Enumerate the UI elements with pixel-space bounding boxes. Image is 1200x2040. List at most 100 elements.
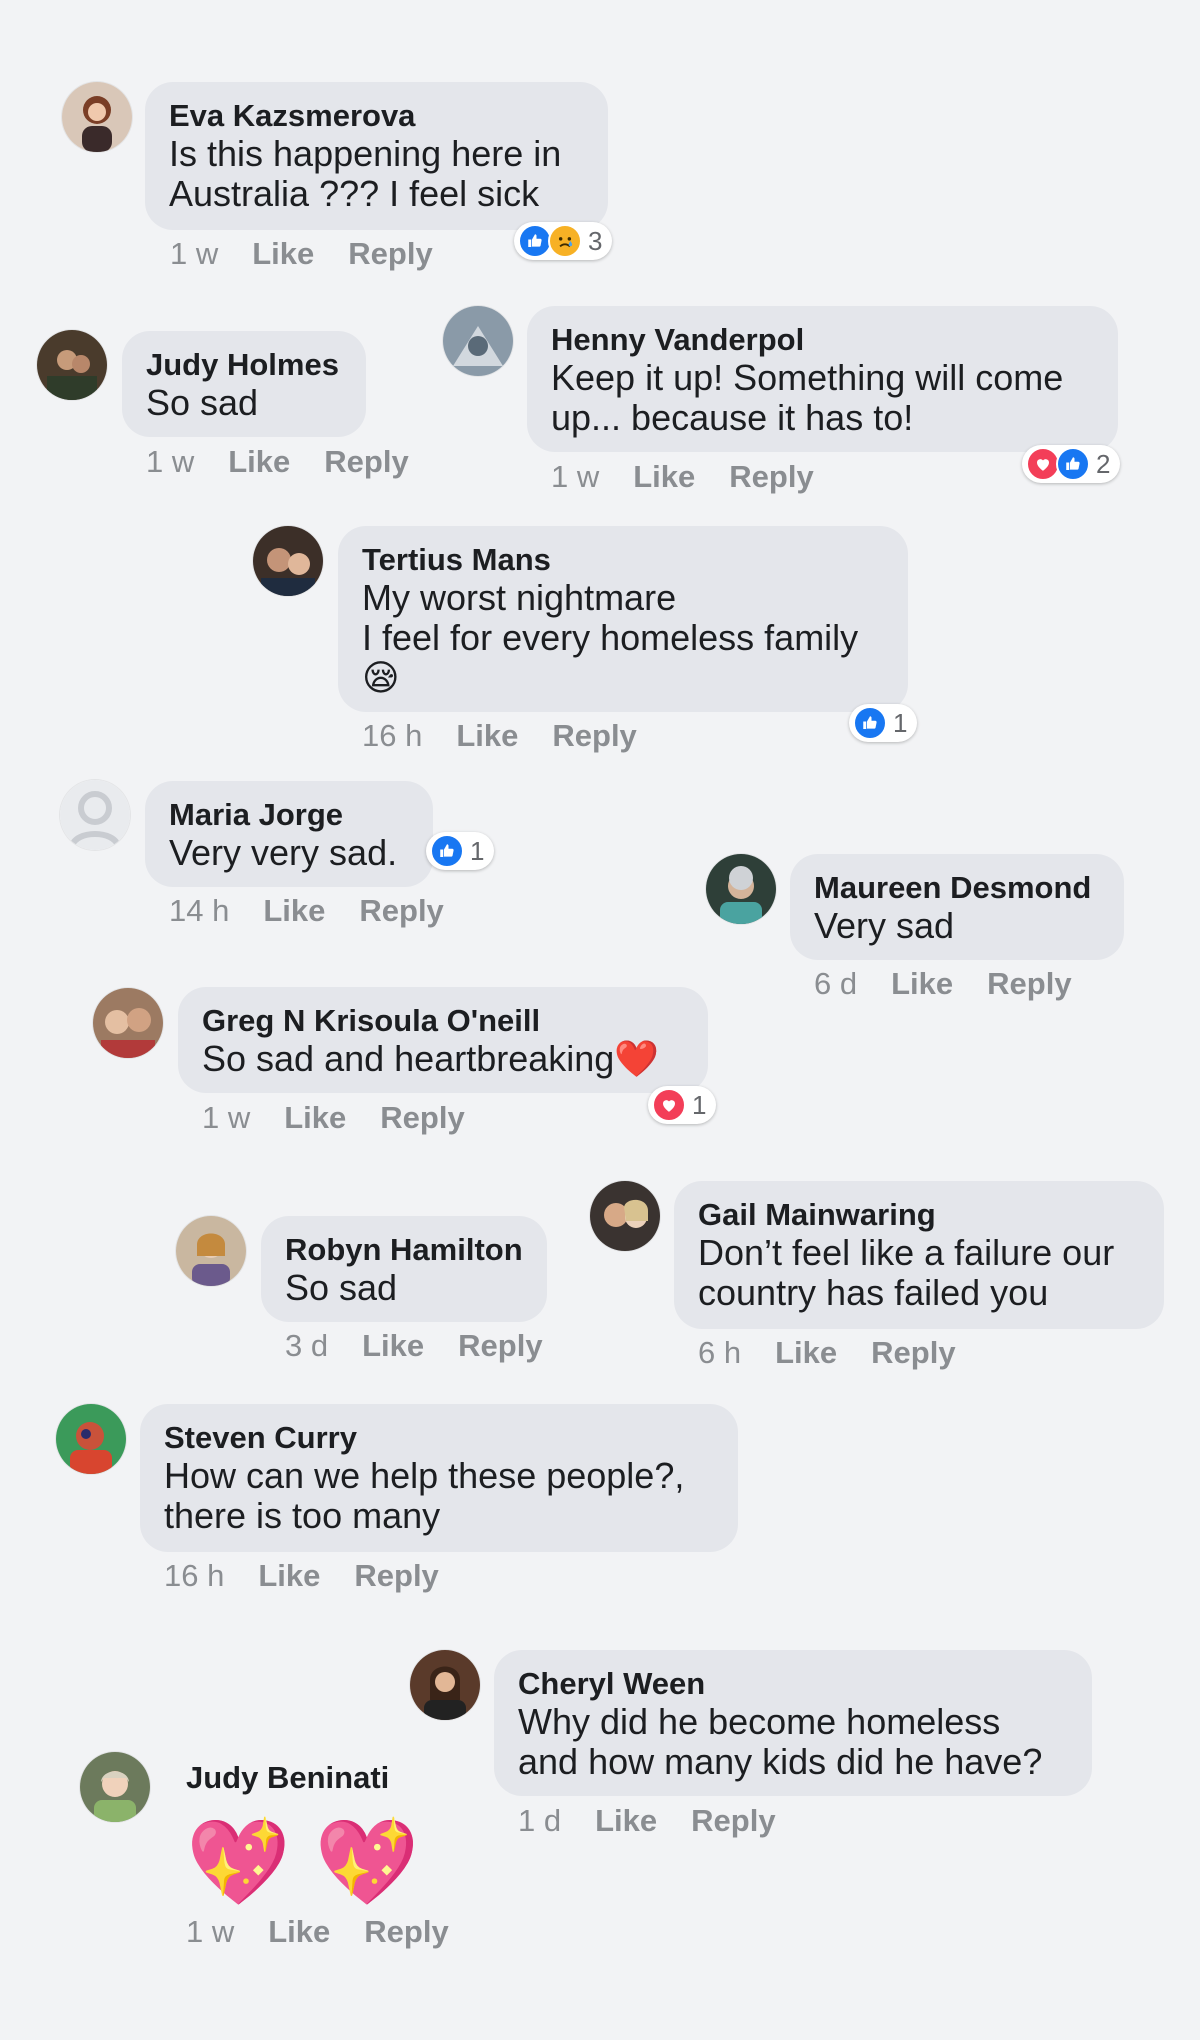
avatar[interactable] bbox=[93, 988, 163, 1058]
like-icon bbox=[853, 706, 887, 740]
author-name[interactable]: Tertius Mans bbox=[362, 542, 884, 578]
comment-meta: 1 w Like Reply bbox=[551, 459, 814, 495]
reply-button[interactable]: Reply bbox=[691, 1803, 775, 1839]
author-name[interactable]: Eva Kazsmerova bbox=[169, 98, 584, 134]
comment-text: So sad and heartbreaking❤️ bbox=[202, 1039, 684, 1079]
comment-text: Very sad bbox=[814, 905, 955, 946]
timestamp: 1 w bbox=[186, 1914, 235, 1949]
author-name[interactable]: Maureen Desmond bbox=[814, 870, 1100, 906]
comment-meta: 6 h Like Reply bbox=[698, 1335, 956, 1371]
avatar[interactable] bbox=[60, 780, 130, 850]
like-button[interactable]: Like bbox=[263, 893, 325, 929]
comment-meta: 1 w Like Reply bbox=[170, 236, 433, 272]
comment-meta: 16 h Like Reply bbox=[362, 718, 637, 754]
like-button[interactable]: Like bbox=[252, 236, 314, 272]
comment-meta: 1 w Like Reply bbox=[202, 1100, 465, 1136]
timestamp: 1 w bbox=[551, 459, 600, 494]
comment-text: So sad bbox=[285, 1267, 398, 1308]
reply-button[interactable]: Reply bbox=[380, 1100, 464, 1136]
author-name[interactable]: Cheryl Ween bbox=[518, 1666, 1068, 1702]
reply-button[interactable]: Reply bbox=[987, 966, 1071, 1002]
author-name[interactable]: Greg N Krisoula O'neill bbox=[202, 1003, 684, 1039]
author-name[interactable]: Steven Curry bbox=[164, 1420, 714, 1456]
like-button[interactable]: Like bbox=[595, 1803, 657, 1839]
reaction-count: 2 bbox=[1096, 448, 1111, 479]
comment-text: So sad bbox=[146, 382, 259, 423]
reply-button[interactable]: Reply bbox=[324, 444, 408, 480]
avatar[interactable] bbox=[253, 526, 323, 596]
comment-text: Is this happening here in Australia ??? … bbox=[169, 133, 562, 214]
reaction-count: 1 bbox=[692, 1089, 707, 1120]
reply-button[interactable]: Reply bbox=[354, 1558, 438, 1594]
timestamp: 6 d bbox=[814, 966, 858, 1001]
reaction-summary[interactable]: 1 bbox=[849, 704, 918, 742]
comment-text: Why did he become homeless and how many … bbox=[518, 1701, 1043, 1782]
reply-button[interactable]: Reply bbox=[348, 236, 432, 272]
reaction-summary[interactable]: 3 bbox=[514, 222, 613, 260]
comment-meta: 1 w Like Reply bbox=[186, 1914, 449, 1950]
reply-button[interactable]: Reply bbox=[729, 459, 813, 495]
comment-body: Judy Beninati 💖 💖 bbox=[186, 1760, 419, 1910]
comment-bubble: Eva Kazsmerova Is this happening here in… bbox=[145, 82, 608, 230]
like-button[interactable]: Like bbox=[633, 459, 695, 495]
like-button[interactable]: Like bbox=[284, 1100, 346, 1136]
reply-button[interactable]: Reply bbox=[364, 1914, 448, 1950]
avatar[interactable] bbox=[176, 1216, 246, 1286]
author-name[interactable]: Gail Mainwaring bbox=[698, 1197, 1140, 1233]
like-button[interactable]: Like bbox=[268, 1914, 330, 1950]
timestamp: 3 d bbox=[285, 1328, 329, 1363]
timestamp: 1 w bbox=[146, 444, 195, 479]
love-icon bbox=[652, 1088, 686, 1122]
timestamp: 16 h bbox=[362, 718, 423, 753]
comment-bubble: Henny Vanderpol Keep it up! Something wi… bbox=[527, 306, 1118, 452]
author-name[interactable]: Judy Beninati bbox=[186, 1760, 419, 1796]
comment-meta: 16 h Like Reply bbox=[164, 1558, 439, 1594]
avatar[interactable] bbox=[443, 306, 513, 376]
author-name[interactable]: Judy Holmes bbox=[146, 347, 342, 383]
avatar[interactable] bbox=[62, 82, 132, 152]
comment-bubble: Steven Curry How can we help these peopl… bbox=[140, 1404, 738, 1552]
reaction-count: 1 bbox=[893, 707, 908, 738]
comment-bubble: Tertius Mans My worst nightmare I feel f… bbox=[338, 526, 908, 712]
avatar[interactable] bbox=[410, 1650, 480, 1720]
timestamp: 1 w bbox=[202, 1100, 251, 1135]
comment-meta: 1 d Like Reply bbox=[518, 1803, 776, 1839]
avatar[interactable] bbox=[80, 1752, 150, 1822]
timestamp: 16 h bbox=[164, 1558, 225, 1593]
timestamp: 1 w bbox=[170, 236, 219, 271]
like-icon bbox=[518, 224, 552, 258]
reply-button[interactable]: Reply bbox=[458, 1328, 542, 1364]
like-button[interactable]: Like bbox=[891, 966, 953, 1002]
timestamp: 1 d bbox=[518, 1803, 562, 1838]
reaction-summary[interactable]: 1 bbox=[426, 832, 495, 870]
like-button[interactable]: Like bbox=[775, 1335, 837, 1371]
comment-bubble: Maria Jorge Very very sad. bbox=[145, 781, 433, 887]
like-button[interactable]: Like bbox=[258, 1558, 320, 1594]
reaction-count: 3 bbox=[588, 225, 603, 256]
like-button[interactable]: Like bbox=[456, 718, 518, 754]
author-name[interactable]: Robyn Hamilton bbox=[285, 1232, 523, 1268]
comment-meta: 6 d Like Reply bbox=[814, 966, 1072, 1002]
like-button[interactable]: Like bbox=[228, 444, 290, 480]
avatar[interactable] bbox=[706, 854, 776, 924]
avatar[interactable] bbox=[590, 1181, 660, 1251]
comment-text: How can we help these people?, there is … bbox=[164, 1455, 685, 1536]
comment-text: Don’t feel like a failure our country ha… bbox=[698, 1232, 1115, 1313]
reply-button[interactable]: Reply bbox=[552, 718, 636, 754]
reply-button[interactable]: Reply bbox=[359, 893, 443, 929]
reaction-summary[interactable]: 2 bbox=[1022, 445, 1121, 483]
reply-button[interactable]: Reply bbox=[871, 1335, 955, 1371]
avatar[interactable] bbox=[56, 1404, 126, 1474]
like-icon bbox=[430, 834, 464, 868]
like-button[interactable]: Like bbox=[362, 1328, 424, 1364]
comment-meta: 14 h Like Reply bbox=[169, 893, 444, 929]
author-name[interactable]: Henny Vanderpol bbox=[551, 322, 1094, 358]
author-name[interactable]: Maria Jorge bbox=[169, 797, 409, 833]
timestamp: 6 h bbox=[698, 1335, 742, 1370]
like-icon bbox=[1056, 447, 1090, 481]
sleepy-emoji: 😪 bbox=[362, 657, 400, 698]
avatar[interactable] bbox=[37, 330, 107, 400]
comment-bubble: Greg N Krisoula O'neill So sad and heart… bbox=[178, 987, 708, 1093]
reaction-summary[interactable]: 1 bbox=[648, 1086, 717, 1124]
comment-bubble: Gail Mainwaring Don’t feel like a failur… bbox=[674, 1181, 1164, 1329]
